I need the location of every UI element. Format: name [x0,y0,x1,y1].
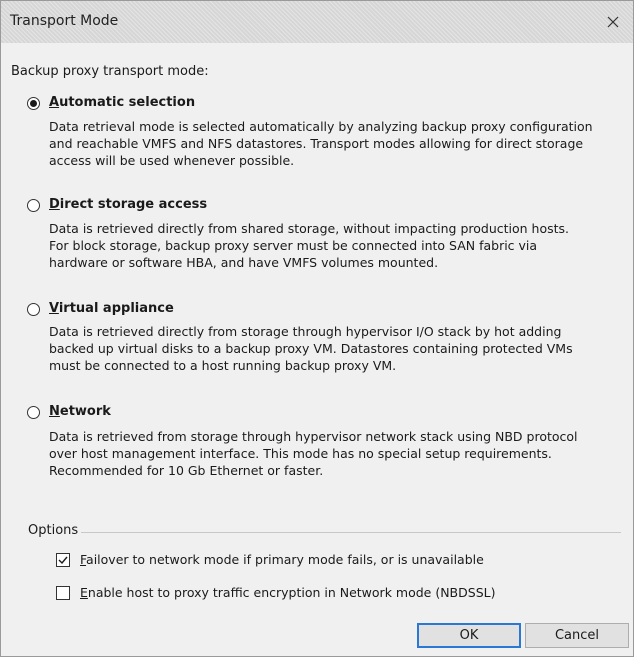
radio-network[interactable] [27,406,40,419]
close-button[interactable] [593,1,633,43]
encryption-label[interactable]: Enable host to proxy traffic encryption … [80,585,495,600]
virtual-appliance-description: Data is retrieved directly from storage … [49,324,573,373]
transport-mode-heading: Backup proxy transport mode: [11,64,209,79]
window-title: Transport Mode [10,13,119,29]
options-group-label: Options [28,523,79,538]
direct-storage-access-description: Data is retrieved directly from shared s… [49,221,570,270]
radio-virtual-appliance[interactable] [27,303,40,316]
failover-label[interactable]: Failover to network mode if primary mode… [80,552,484,567]
options-divider [81,532,621,533]
encryption-checkbox[interactable] [56,586,70,600]
ok-button[interactable]: OK [417,623,521,648]
direct-storage-access-label[interactable]: Direct storage access [49,197,207,212]
network-label[interactable]: Network [49,404,111,419]
radio-direct-storage-access[interactable] [27,199,40,212]
failover-checkbox[interactable] [56,553,70,567]
checkmark-icon [58,556,68,565]
network-description: Data is retrieved from storage through h… [49,429,578,478]
transport-mode-dialog: Transport Mode Backup proxy transport mo… [0,0,634,657]
close-icon [607,16,619,28]
radio-automatic-selection[interactable] [27,97,40,110]
title-bar: Transport Mode [1,1,633,43]
virtual-appliance-label[interactable]: Virtual appliance [49,301,174,316]
automatic-selection-description: Data retrieval mode is selected automati… [49,119,593,168]
cancel-button[interactable]: Cancel [525,623,629,648]
automatic-selection-label[interactable]: Automatic selection [49,95,195,110]
